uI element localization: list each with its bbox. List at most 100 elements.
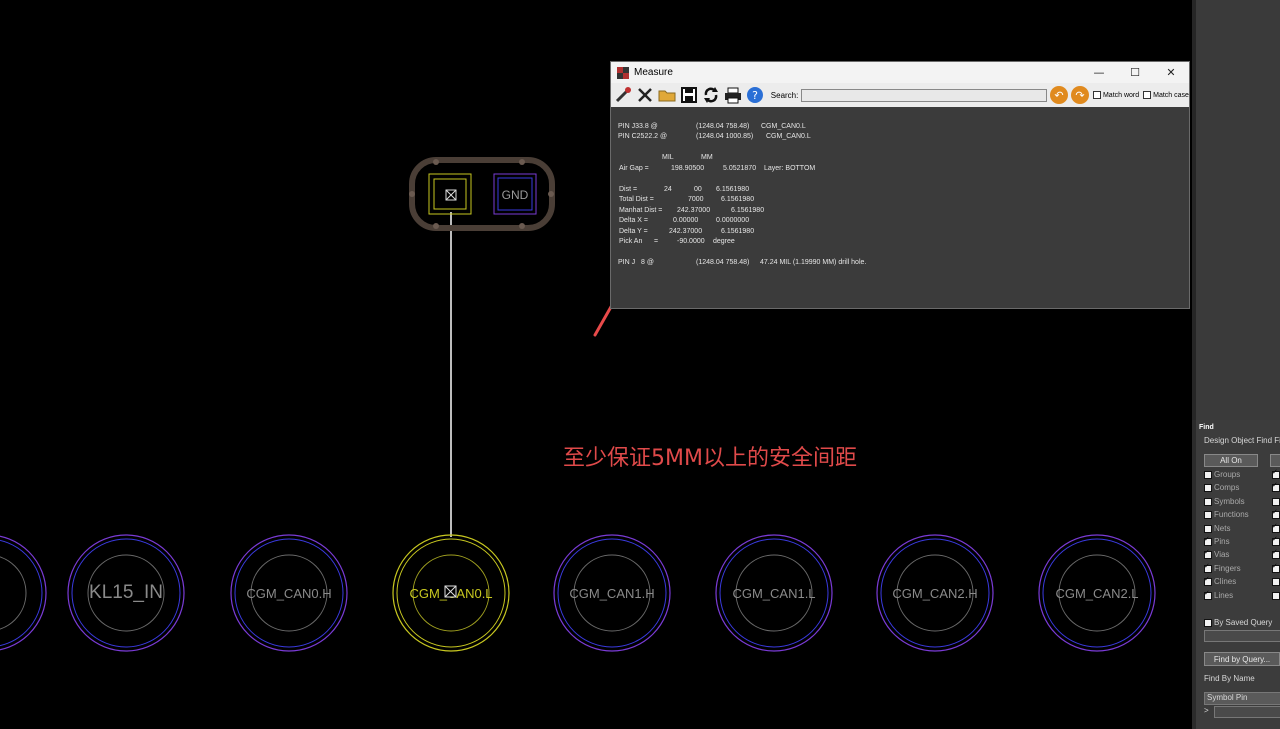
measure-titlebar[interactable]: Measure — ☐ ✕ [611,62,1189,83]
report-air-gap-mm: 5.0521870 [723,165,757,172]
find-next-icon[interactable]: ↷ [1071,86,1089,104]
pad-label: KL15_IN [89,582,163,603]
find-by-name-input[interactable] [1214,706,1280,718]
save-icon[interactable] [679,85,699,105]
filter-checkbox-vias[interactable] [1204,548,1212,560]
report-total-dist-mm: 6.1561980 [721,196,755,203]
print-icon[interactable] [723,85,743,105]
filter-checkbox-nets[interactable] [1204,524,1212,533]
filter-checkbox-pins[interactable] [1204,535,1212,546]
filter-label: Pins [1214,537,1230,546]
find-previous-icon[interactable]: ↶ [1050,86,1069,104]
find-by-name-type-value: Symbol Pin [1207,693,1248,702]
filter-checkbox-fingers[interactable] [1204,562,1212,573]
report-total-dist-label: Total Dist = [619,196,654,203]
search-input[interactable] [801,88,1048,102]
pad-drill[interactable] [0,555,27,631]
filter-checkbox-groups[interactable] [1204,471,1212,479]
component-outline [409,157,555,231]
match-case-label: Match case [1153,91,1189,99]
report-pick-angle-unit: degree [713,238,735,245]
pad-label: CGM_CAN1.H [569,586,654,601]
find-by-name-label: Find By Name [1204,674,1255,683]
report-unit-mm: MM [701,154,713,161]
outline-vertex [519,223,525,229]
report-delta-y-mm: 6.1561980 [721,228,755,235]
by-saved-query-checkbox[interactable] [1204,619,1212,627]
filter-checkbox-comps[interactable] [1204,484,1212,493]
filter-checkbox-secondary[interactable] [1272,481,1280,493]
report-pin3-desc: 47.24 MIL (1.19990 MM) drill hole. [760,259,867,266]
report-pin1-net: CGM_CAN0.L [761,123,806,130]
connector-pads: KL15_INCGM_CAN0.HCGM_CAN0.LCGM_CAN1.HCGM… [0,534,1156,652]
report-dist-mm: 6.1561980 [716,186,750,193]
find-by-name-prompt: > [1204,706,1209,715]
filter-label: Groups [1214,470,1241,479]
report-total-dist-mil: 7000 [688,196,704,203]
pad-label: CGM_CAN2.L [1055,586,1138,601]
filter-checkbox-secondary[interactable] [1272,497,1280,506]
report-delta-x-label: Delta X = [619,217,648,224]
filter-checkbox-secondary[interactable] [1272,468,1280,479]
report-pin1-coord: (1248.04 758.48) [696,123,750,130]
all-on-button[interactable]: All On [1204,454,1258,467]
outline-vertex [433,223,439,229]
filter-checkbox-secondary[interactable] [1272,535,1280,546]
all-off-button[interactable] [1270,454,1280,467]
filter-label: Comps [1214,483,1240,493]
filter-label: Clines [1214,577,1237,587]
search-label: Search: [770,90,799,100]
help-icon[interactable]: ? [745,85,765,105]
report-pick-angle-eq: = [654,238,659,245]
report-dist-mil: 24 [664,186,672,193]
find-panel-title: Find [1199,424,1214,431]
report-dist-label: Dist = [619,186,638,193]
report-pick-angle-label: Pick An [619,238,643,245]
report-pin1-name: PIN J33.8 @ [618,123,658,130]
folder-open-icon[interactable] [657,85,677,105]
filter-checkbox-secondary[interactable] [1272,578,1280,587]
report-pin3-coord: (1248.04 758.48) [696,259,750,266]
report-delta-x-mil: 0.00000 [673,217,699,224]
filter-checkbox-secondary[interactable] [1272,522,1280,533]
report-pick-angle-value: -90.0000 [677,238,705,245]
pad-ring[interactable] [0,539,43,647]
filter-checkbox-secondary[interactable] [1272,562,1280,573]
maximize-button[interactable]: ☐ [1117,62,1153,83]
report-pin3-name: PIN J [618,259,636,266]
filter-checkbox-secondary[interactable] [1272,508,1280,520]
outline-vertex [433,159,439,165]
report-pin2-net: CGM_CAN0.L [766,133,811,140]
find-by-name-type-select[interactable]: Symbol Pin [1204,692,1280,705]
measure-toolbar: ? Search: ↶ ↷ Match word Match case [611,83,1189,107]
report-manhat-dist-mm: 6.1561980 [731,207,765,214]
close-icon[interactable] [635,85,655,105]
close-window-button[interactable]: ✕ [1153,62,1189,83]
report-pin3-name-tail: 8 @ [641,259,654,266]
saved-query-input[interactable] [1204,630,1280,642]
pin-tool-icon[interactable] [613,85,633,105]
filter-checkbox-secondary[interactable] [1272,548,1280,560]
match-word-checkbox[interactable] [1092,91,1101,99]
filter-label: Symbols [1214,496,1245,506]
filter-checkbox-clines[interactable] [1204,575,1212,587]
report-air-gap-label: Air Gap = [619,165,649,172]
find-by-query-button[interactable]: Find by Query... [1204,652,1280,666]
filter-checkbox-secondary[interactable] [1272,591,1280,600]
filter-label: Functions [1214,510,1249,520]
pad-label: CGM_CAN2.H [892,586,977,601]
filter-checkbox-functions[interactable] [1204,511,1212,520]
filter-checkbox-symbols[interactable] [1204,497,1212,506]
measure-window[interactable]: Measure — ☐ ✕ ? Search: ↶ ↷ Match word M… [610,61,1190,309]
match-word-label: Match word [1102,91,1140,99]
report-pin2-name: PIN C2522.2 @ [618,133,668,140]
minimize-button[interactable]: — [1081,62,1117,83]
gnd-label: GND [502,188,529,202]
svg-text:?: ? [752,89,758,102]
refresh-icon[interactable] [701,85,721,105]
match-case-checkbox[interactable] [1143,91,1152,99]
find-panel-subtitle: Design Object Find Fil [1204,436,1280,445]
pad-label: CGM_CAN0.H [246,586,331,601]
filter-checkbox-lines[interactable] [1204,589,1212,600]
find-panel: Find Design Object Find Fil All On Group… [1196,420,1280,729]
